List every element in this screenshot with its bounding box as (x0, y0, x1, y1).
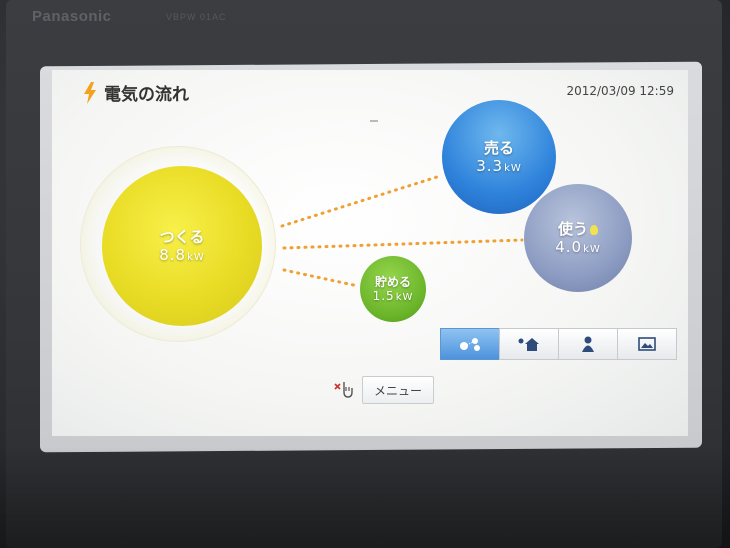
energy-flow-icon (460, 338, 480, 351)
view-tabbar (440, 328, 677, 360)
picture-icon (638, 337, 656, 351)
flow-line-use (282, 238, 524, 250)
home-icon (518, 338, 539, 351)
make-value-row: 8.8kW (159, 246, 205, 264)
tab-picture[interactable] (617, 328, 677, 360)
flow-line-sell (280, 174, 442, 228)
flow-line-store (282, 268, 360, 288)
screen: 電気の流れ 2012/03/09 12:59 つくる 8.8kW 売る 3.3k… (52, 70, 688, 436)
use-label: 使う (557, 220, 588, 238)
sell-label: 売る (483, 139, 514, 157)
store-unit: kW (395, 292, 414, 304)
make-bubble: つくる 8.8kW (102, 166, 262, 326)
use-unit: kW (583, 244, 601, 255)
make-value: 8.8 (159, 246, 187, 264)
use-value: 4.0 (555, 238, 583, 256)
sell-bubble: 売る 3.3kW (442, 100, 556, 214)
light-bulb-icon (590, 224, 598, 235)
store-label: 貯める (374, 274, 411, 289)
sell-unit: kW (504, 163, 522, 174)
make-unit: kW (187, 252, 205, 263)
use-bubble: 使う 4.0kW (524, 184, 632, 292)
tab-person[interactable] (558, 328, 618, 360)
tab-home[interactable] (499, 328, 559, 360)
person-icon (582, 336, 594, 352)
sell-value: 3.3 (476, 157, 504, 175)
store-value: 1.5 (372, 289, 395, 304)
brand-logo: Panasonic (32, 8, 112, 25)
use-value-row: 4.0kW (555, 238, 601, 256)
touch-icon (334, 382, 353, 398)
tab-energy-flow[interactable] (440, 328, 500, 360)
store-value-row: 1.5kW (373, 289, 414, 303)
menu-button[interactable]: メニュー (362, 376, 434, 404)
model-number: VBPW 01AC (166, 12, 227, 22)
bottom-shadow (0, 446, 730, 548)
sell-value-row: 3.3kW (476, 157, 522, 175)
make-label: つくる (159, 228, 205, 246)
use-label-row: 使う (558, 220, 598, 238)
store-bubble: 貯める 1.5kW (360, 256, 426, 322)
